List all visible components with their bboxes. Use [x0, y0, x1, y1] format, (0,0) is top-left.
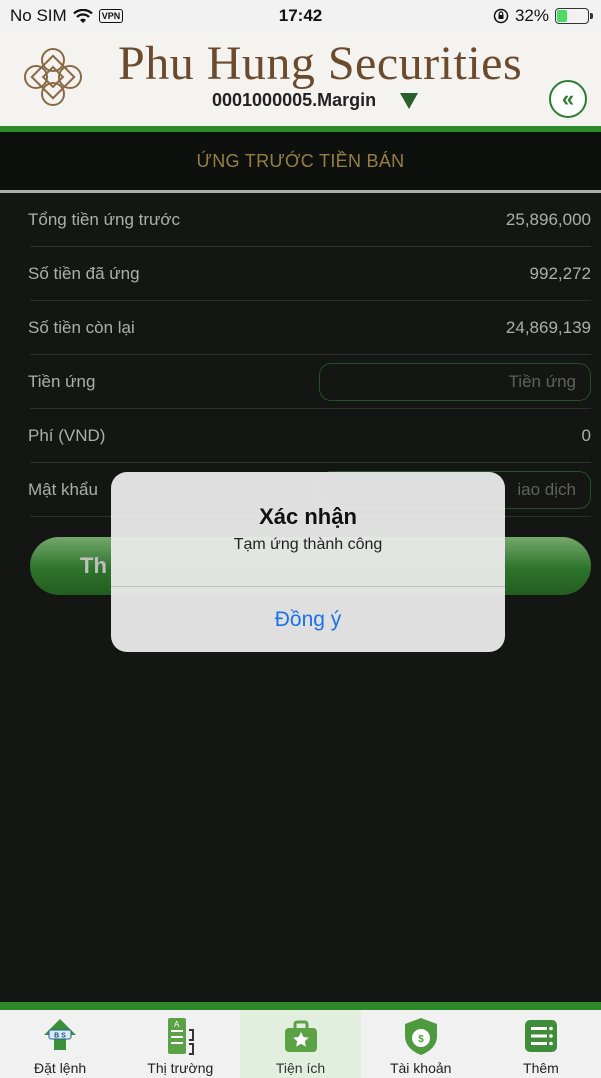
collapse-back-button[interactable]: «	[549, 80, 587, 118]
svg-text:B S: B S	[54, 1033, 66, 1040]
more-icon	[524, 1020, 557, 1052]
tab-utilities[interactable]: Tiện ích	[240, 1010, 361, 1078]
orientation-lock-icon	[493, 8, 509, 24]
market-icon: A	[168, 1018, 195, 1055]
tab-market[interactable]: A Thị trường	[120, 1010, 240, 1078]
tab-more-label: Thêm	[523, 1060, 559, 1076]
tab-account-label: Tài khoản	[389, 1060, 452, 1076]
dropdown-triangle-icon[interactable]	[400, 92, 419, 109]
phu-hung-logo	[24, 48, 82, 106]
tab-utilities-label: Tiện ích	[275, 1060, 326, 1076]
svg-text:$: $	[418, 1034, 424, 1045]
battery-percent: 32%	[514, 6, 549, 25]
account-selector[interactable]: 0001000005.Margin	[212, 90, 419, 111]
utilities-icon	[284, 1020, 317, 1052]
dialog-confirm-button[interactable]: Đồng ý	[111, 587, 505, 652]
account-number: 0001000005.Margin	[212, 90, 377, 110]
account-icon: $	[404, 1018, 437, 1055]
status-bar: No SIM VPN 17:42 32%	[0, 0, 601, 32]
tab-more[interactable]: Thêm	[481, 1010, 601, 1078]
tab-account[interactable]: $ Tài khoản	[361, 1010, 481, 1078]
brand-header: Phu Hung Securities 0001000005.Margin «	[0, 32, 601, 126]
svg-text:A: A	[174, 1020, 180, 1029]
tab-order[interactable]: B S Đặt lệnh	[0, 1010, 120, 1078]
battery-icon	[555, 8, 593, 24]
tab-order-label: Đặt lệnh	[34, 1060, 87, 1076]
status-right: 32%	[493, 6, 593, 26]
brand-name: Phu Hung Securities	[118, 37, 523, 90]
tabbar-accent-bar	[0, 1002, 601, 1010]
order-icon: B S	[44, 1019, 77, 1050]
tab-market-label: Thị trường	[147, 1060, 214, 1076]
dialog-message: Tạm ứng thành công	[233, 536, 383, 553]
battery-fill	[557, 10, 567, 22]
double-chevron-left-icon: «	[561, 86, 575, 111]
bottom-tab-bar: B S Đặt lệnh A Thị trường Tiện ích $ Tài…	[0, 1010, 601, 1078]
dialog-title: Xác nhận	[259, 504, 357, 529]
confirm-dialog: Xác nhận Tạm ứng thành công Đồng ý	[111, 472, 505, 652]
